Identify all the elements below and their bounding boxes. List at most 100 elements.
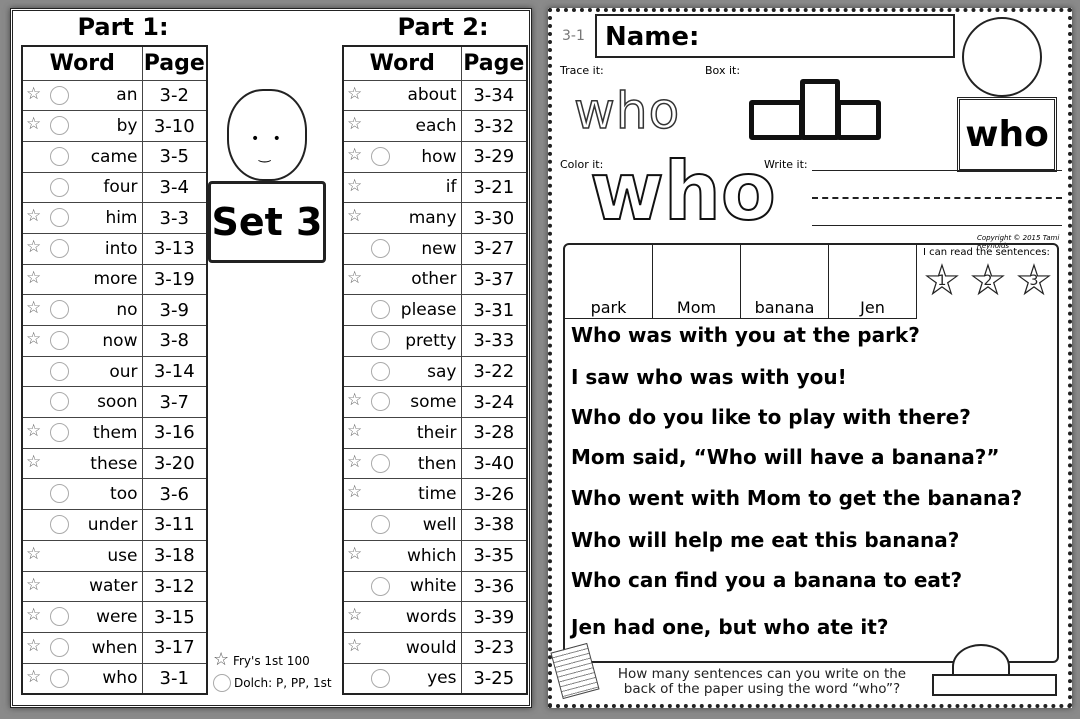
page-cell: 3-34 [460,79,528,112]
word-list-page: Part 1: Part 2: Word Page ☆ an 3-2 ☆ by 3-10 ca… [10,8,532,708]
star-icon: ☆ [26,574,42,595]
table-row: well 3-38 [342,509,528,541]
table-row: ☆ water 3-12 [21,570,208,603]
word-cell: new [421,238,457,259]
table-row: ☆ other 3-37 [342,263,528,296]
word-cell: under [87,514,138,535]
picture-mom: Mom [653,245,741,319]
table-row: ☆ when 3-17 [21,631,208,664]
page-cell: 3-7 [141,386,208,419]
word-cell: how [421,146,457,167]
star-icon: ☆ [347,451,363,472]
table-row: ☆ which 3-35 [342,539,528,572]
star-icon: ☆ [26,605,42,626]
write-lines[interactable] [812,170,1062,230]
table-row: ☆ an 3-2 [21,79,208,112]
word-cell: by [116,116,138,137]
legend-circle-label: Dolch: P, PP, 1st [234,676,332,690]
word-cell: these [90,453,138,474]
star-icon: ☆ [347,482,363,503]
part2-title: Part 2: [397,13,489,41]
page-cell: 3-37 [460,263,528,296]
picture-label: Jen [860,298,885,317]
table-row: pretty 3-33 [342,325,528,357]
page-cell: 3-9 [141,294,208,326]
page-cell: 3-26 [460,478,528,511]
word-cell: who [102,668,138,689]
table-row: ☆ into 3-13 [21,232,208,265]
col-word: Word [342,45,462,81]
word-cell: them [93,422,138,443]
star-icon: ☆ [347,543,363,564]
name-field[interactable]: Name: [595,14,955,58]
word-cell: use [107,545,138,566]
table-row: under 3-11 [21,509,208,541]
sentence: Who will help me eat this banana? [571,528,960,552]
word-cell: each [415,116,457,137]
circle-icon [371,331,390,350]
page-cell: 3-24 [460,386,528,419]
prompt-line-1: How many sentences can you write on the [617,666,907,682]
word-cell: their [416,422,457,443]
star-number: 2 [983,273,993,289]
page-cell: 3-11 [141,509,208,541]
worksheet-page: 3-1 Name: Trace it: who Box it: who Colo… [548,8,1072,708]
word-cell: some [410,392,457,413]
word-cell: when [91,637,138,658]
page-cell: 3-28 [460,417,528,449]
table-row: ☆ were 3-15 [21,601,208,633]
boy-with-sign-illustration: who [937,17,1067,177]
table-row: new 3-27 [342,232,528,265]
table-row: our 3-14 [21,355,208,388]
word-cell: which [406,545,457,566]
table-row: ☆ how 3-29 [342,140,528,173]
star-icon: ☆ [26,635,42,656]
circle-icon [371,146,390,166]
star-icon: ☆ [347,144,363,165]
word-cell: no [116,300,138,321]
word-cell: then [417,453,457,474]
page-cell: 3-33 [460,325,528,357]
word-cell: were [96,607,138,628]
table-row: ☆ more 3-19 [21,263,208,296]
col-page: Page [460,45,528,81]
page-cell: 3-14 [141,355,208,388]
page-cell: 3-15 [141,601,208,633]
circle-icon [50,146,69,166]
table-row: ☆ words 3-39 [342,601,528,633]
word-cell: would [405,637,457,658]
word-cell: words [405,607,457,628]
star-icon: ☆ [347,114,363,135]
table-row: ☆ use 3-18 [21,539,208,572]
table-row: please 3-31 [342,294,528,326]
table-row: ☆ him 3-3 [21,202,208,234]
page-cell: 3-1 [141,662,208,695]
read-star-1[interactable]: ☆ 1 [921,259,963,303]
read-star-2[interactable]: ☆ 2 [967,259,1009,303]
table-row: ☆ then 3-40 [342,447,528,480]
circle-icon [50,668,69,688]
circle-icon [50,637,69,657]
word-cell: now [102,330,138,351]
page-cell: 3-18 [141,539,208,572]
table-row: say 3-22 [342,355,528,388]
circle-icon [50,423,69,443]
circle-icon [50,515,69,535]
circle-icon [50,177,69,197]
circle-icon [371,300,390,320]
circle-icon [371,515,390,535]
page-cell: 3-2 [141,79,208,112]
write-label: Write it: [764,158,808,171]
table-row: ☆ now 3-8 [21,325,208,357]
page-cell: 3-31 [460,294,528,326]
circle-icon [371,361,390,381]
star-icon: ☆ [347,206,363,227]
circle-icon [50,300,69,320]
table-row: ☆ these 3-20 [21,447,208,480]
picture-label: banana [754,298,815,317]
read-star-3[interactable]: ☆ 3 [1013,259,1055,303]
table-row: ☆ no 3-9 [21,294,208,326]
table-row: ☆ many 3-30 [342,202,528,234]
page-cell: 3-22 [460,355,528,388]
circle-icon [50,238,69,258]
